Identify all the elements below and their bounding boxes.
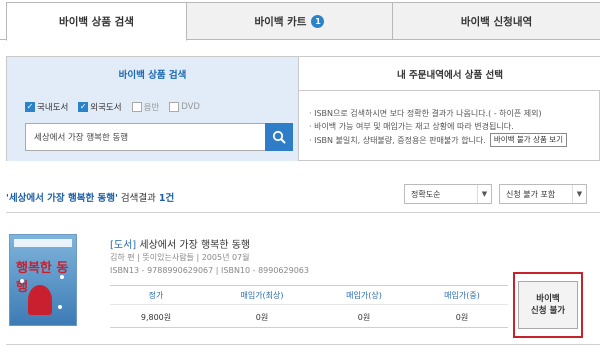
subtab-label: 바이백 상품 검색 xyxy=(118,70,187,81)
tab-label: 바이백 카트 xyxy=(254,15,307,28)
search-input[interactable]: 세상에서 가장 행복한 동행 xyxy=(25,123,273,151)
table-divider xyxy=(110,304,508,305)
notice-line: · ISBN으로 검색하시면 보다 정확한 결과가 나옵니다.( - 하이픈 제… xyxy=(309,109,542,118)
action-line: 신청 불가 xyxy=(530,306,566,316)
top-tab-bar: 바이백 상품 검색 바이백 카트 1 바이백 신청내역 xyxy=(0,0,600,41)
search-panel: 바이백 상품 검색 내 주문내역에서 상품 선택 ✓ 국내도서 ✓ 외국도서 음… xyxy=(6,56,600,161)
category-filters: ✓ 국내도서 ✓ 외국도서 음반 DVD xyxy=(25,101,200,113)
search-icon xyxy=(272,130,286,144)
filter-label: 국내도서 xyxy=(37,103,69,113)
subtab-order-history[interactable]: 내 주문내역에서 상품 선택 xyxy=(299,57,600,91)
tab-label: 바이백 상품 검색 xyxy=(59,16,134,28)
price-header-fair: 매입가(중) xyxy=(444,291,480,300)
book-title[interactable]: 세상에서 가장 행복한 동행 xyxy=(139,240,250,251)
price-value-good: 0원 xyxy=(357,313,371,322)
filter-foreign-books[interactable]: ✓ 외국도서 xyxy=(78,101,122,113)
checkbox-unchecked-icon[interactable] xyxy=(169,102,180,112)
search-notices: · ISBN으로 검색하시면 보다 정확한 결과가 나옵니다.( - 하이픈 제… xyxy=(309,107,599,147)
result-query: '세상에서 가장 행복한 동행' xyxy=(6,193,118,204)
book-title-line[interactable]: [도서] 세상에서 가장 행복한 동행 xyxy=(110,236,250,251)
divider xyxy=(6,344,600,345)
search-button[interactable] xyxy=(265,123,293,151)
price-value-fair: 0원 xyxy=(455,313,469,322)
subtab-product-search[interactable]: 바이백 상품 검색 xyxy=(7,57,299,91)
availability-select[interactable]: 신청 불가 포함 ▼ xyxy=(499,184,587,204)
tab-label: 바이백 신청내역 xyxy=(460,15,533,28)
price-header-list: 정가 xyxy=(148,291,164,300)
book-type-tag: [도서] xyxy=(110,240,137,251)
checkbox-unchecked-icon[interactable] xyxy=(131,102,142,112)
filter-label: 외국도서 xyxy=(90,103,122,113)
sort-select[interactable]: 정확도순 ▼ xyxy=(404,184,492,204)
search-input-value: 세상에서 가장 행복한 동행 xyxy=(34,133,129,143)
notice-line: · 바이백 가능 여부 및 매입가는 재고 상황에 따라 변경됩니다. xyxy=(309,122,514,131)
buyback-unavailable-button[interactable]: 바이백 신청 불가 xyxy=(518,281,578,329)
chevron-down-icon: ▼ xyxy=(572,185,586,203)
result-count: 1건 xyxy=(158,193,175,204)
filter-dvd[interactable]: DVD xyxy=(169,102,200,112)
tab-buyback-cart[interactable]: 바이백 카트 1 xyxy=(186,2,393,40)
action-line: 바이백 xyxy=(536,294,560,304)
unavailable-items-button[interactable]: 바이백 불가 상품 보기 xyxy=(489,133,568,147)
sort-select-value: 정확도순 xyxy=(411,189,441,199)
search-form: ✓ 국내도서 ✓ 외국도서 음반 DVD 세상에서 가장 행복한 동행 xyxy=(7,91,299,161)
price-header-good: 매입가(상) xyxy=(346,291,382,300)
book-meta: 김하 편 | 뜻이있는사람들 | 2005년 07월 xyxy=(110,253,250,262)
availability-select-value: 신청 불가 포함 xyxy=(506,189,556,199)
result-summary: '세상에서 가장 행복한 동행' 검색결과 1건 xyxy=(6,190,174,204)
checkbox-checked-icon[interactable]: ✓ xyxy=(25,102,35,112)
buyback-unavailable-highlight: 바이백 신청 불가 xyxy=(513,272,583,338)
book-isbn: ISBN13 - 9788990629067 | ISBN10 - 899062… xyxy=(110,266,309,275)
subtab-label: 내 주문내역에서 상품 선택 xyxy=(396,69,504,81)
notice-line-with-button: · ISBN 불일치, 상태불량, 증정용은 판매불가 합니다. 바이백 불가 … xyxy=(309,133,599,147)
cart-count-badge: 1 xyxy=(311,14,325,28)
book-cover-image[interactable]: 행복한 동행 xyxy=(9,234,77,326)
tab-buyback-history[interactable]: 바이백 신청내역 xyxy=(392,2,600,40)
checkbox-checked-icon[interactable]: ✓ xyxy=(78,102,89,112)
notice-line: · ISBN 불일치, 상태불량, 증정용은 판매불가 합니다. xyxy=(309,135,486,145)
chevron-down-icon: ▼ xyxy=(477,185,491,203)
price-value-list: 9,800원 xyxy=(140,313,172,322)
price-header-best: 매입가(최상) xyxy=(240,291,284,300)
price-table: 정가 매입가(최상) 매입가(상) 매입가(중) 9,800원 0원 0원 0원 xyxy=(110,285,508,328)
filter-label: DVD xyxy=(181,102,200,112)
result-label: 검색결과 xyxy=(120,193,156,204)
filter-music[interactable]: 음반 xyxy=(131,101,160,113)
price-value-best: 0원 xyxy=(255,313,269,322)
filter-label: 음반 xyxy=(143,103,160,113)
tab-buyback-search[interactable]: 바이백 상품 검색 xyxy=(6,2,187,41)
divider xyxy=(6,212,600,213)
filter-domestic-books[interactable]: ✓ 국내도서 xyxy=(25,101,68,113)
